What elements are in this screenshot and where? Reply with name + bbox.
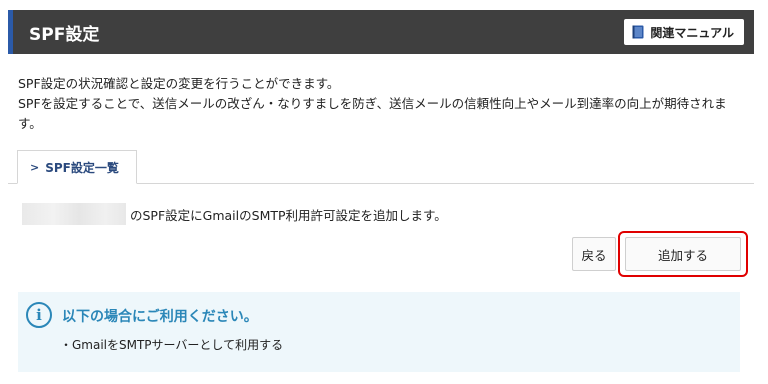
page-title: SPF設定 — [29, 25, 100, 45]
masked-domain — [22, 203, 126, 225]
description: SPF設定の状況確認と設定の変更を行うことができます。 SPFを設定することで、… — [18, 74, 748, 134]
page-header: SPF設定 関連マニュアル — [8, 10, 754, 54]
message-row: のSPF設定にGmailのSMTP利用許可設定を追加します。 — [22, 203, 447, 225]
info-box: i 以下の場合にご利用ください。 ・GmailをSMTPサーバーとして利用する — [18, 292, 740, 372]
tab-label: SPF設定一覧 — [45, 160, 119, 175]
tab-spf-settings-list[interactable]: > SPF設定一覧 — [17, 150, 137, 184]
related-manual-label: 関連マニュアル — [650, 25, 734, 40]
related-manual-button[interactable]: 関連マニュアル — [624, 19, 744, 45]
add-button[interactable]: 追加する — [625, 237, 741, 271]
back-button[interactable]: 戻る — [572, 237, 616, 271]
description-line-1: SPF設定の状況確認と設定の変更を行うことができます。 — [18, 76, 340, 91]
info-icon: i — [26, 302, 52, 328]
info-title: 以下の場合にご利用ください。 — [62, 309, 258, 325]
chevron-right-icon: > — [30, 160, 40, 174]
description-line-2: SPFを設定することで、送信メールの改ざん・なりすましを防ぎ、送信メールの信頼性… — [18, 96, 727, 131]
book-icon — [632, 25, 644, 39]
info-list-item: ・GmailをSMTPサーバーとして利用する — [60, 338, 284, 352]
message-text: のSPF設定にGmailのSMTP利用許可設定を追加します。 — [130, 207, 447, 223]
